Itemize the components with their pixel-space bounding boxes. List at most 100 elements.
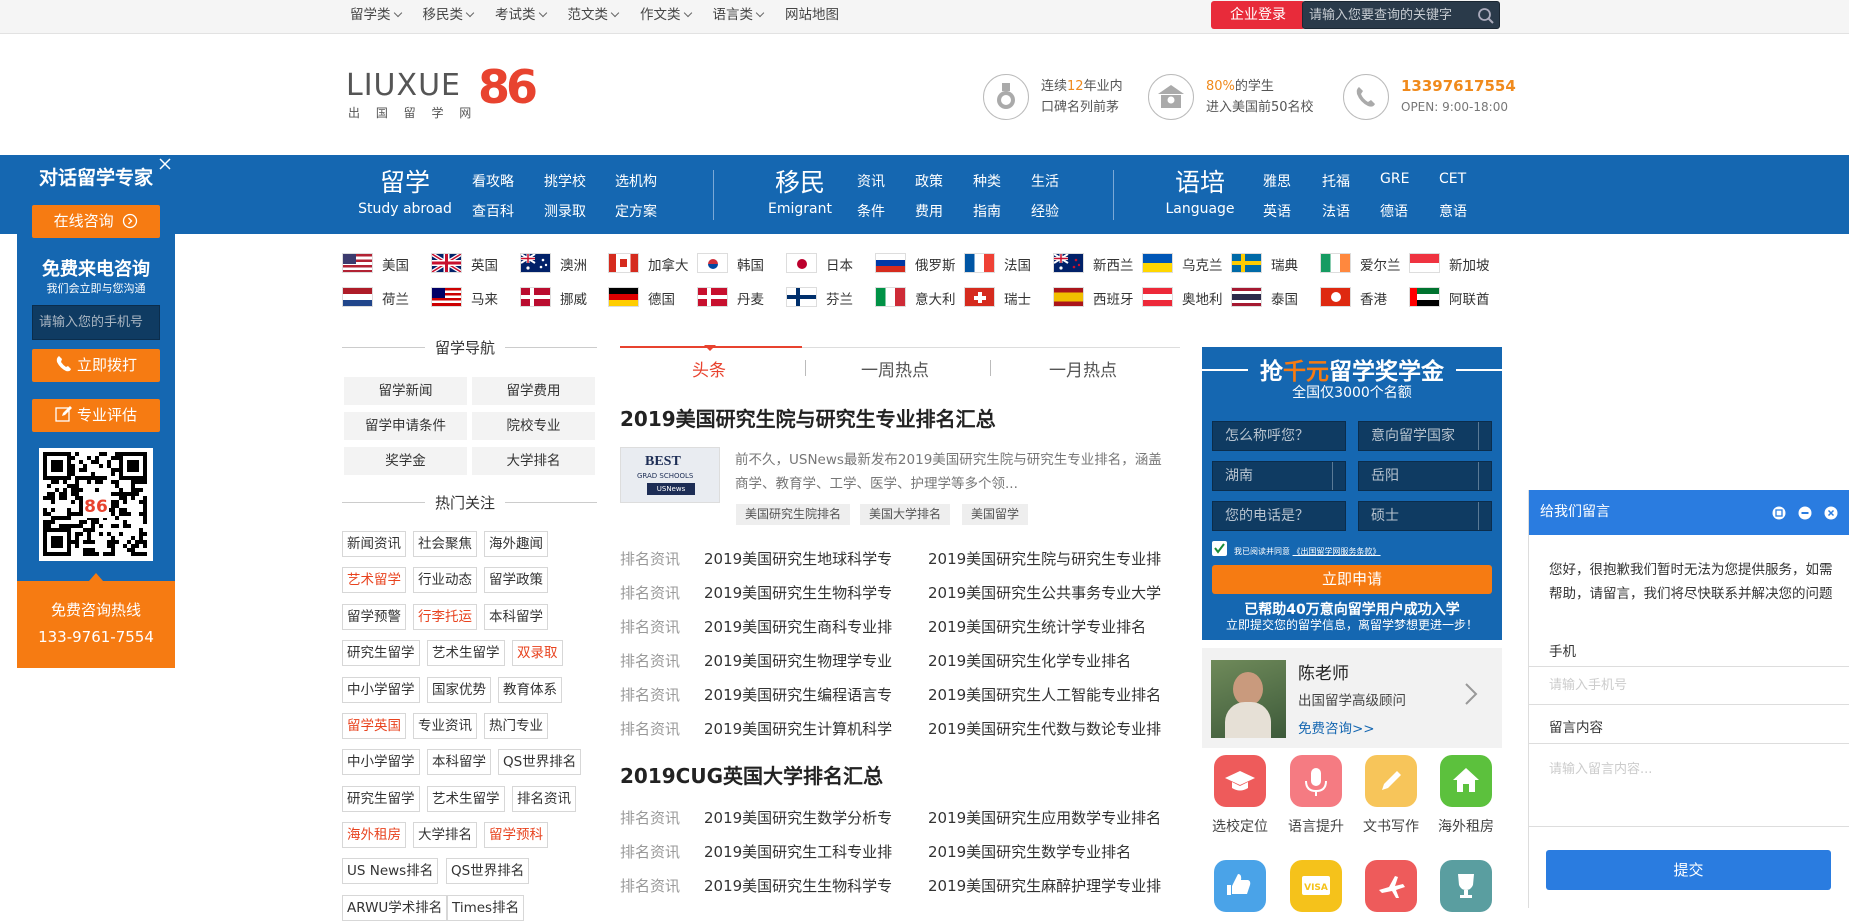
- flag-ae-icon[interactable]: [1409, 287, 1440, 307]
- article-link[interactable]: 2019美国研究生生物科学专: [704, 875, 910, 896]
- search-input[interactable]: [1309, 2, 1469, 28]
- flag-dk-icon[interactable]: [697, 287, 728, 307]
- article-category[interactable]: 排名资讯: [620, 548, 680, 569]
- nav-link[interactable]: 查百科: [472, 201, 514, 221]
- nav-link[interactable]: 测录取: [544, 201, 586, 221]
- enterprise-login-button[interactable]: 企业登录: [1211, 1, 1305, 29]
- microphone-icon[interactable]: [1290, 755, 1342, 807]
- country-label[interactable]: 马来: [471, 288, 498, 308]
- article-link[interactable]: 2019美国研究生人工智能专业排名: [928, 684, 1172, 705]
- article-category[interactable]: 排名资讯: [620, 718, 680, 739]
- nav-link[interactable]: 政策: [915, 171, 943, 191]
- hot-tag[interactable]: 热门专业: [484, 713, 548, 739]
- flag-uk-icon[interactable]: [430, 252, 463, 274]
- hot-tag[interactable]: 留学英国: [342, 713, 406, 739]
- nav-immigration-title[interactable]: 移民: [755, 169, 845, 197]
- hot-tag[interactable]: 中小学留学: [342, 749, 420, 775]
- flag-sg-icon[interactable]: [1409, 253, 1440, 273]
- article-category[interactable]: 排名资讯: [620, 582, 680, 603]
- hot-tag[interactable]: 社会聚焦: [413, 531, 477, 557]
- minimize-icon[interactable]: [1798, 506, 1812, 520]
- flag-it-icon[interactable]: [875, 287, 906, 307]
- study-nav-item[interactable]: 大学排名: [472, 447, 595, 475]
- article-link[interactable]: 2019美国研究生麻醉护理学专业排: [928, 875, 1172, 896]
- study-nav-item[interactable]: 奖学金: [344, 447, 467, 475]
- thumbs-up-icon[interactable]: [1214, 860, 1266, 912]
- flag-es-icon[interactable]: [1053, 287, 1084, 307]
- hot-tag[interactable]: 专业资讯: [413, 713, 477, 739]
- country-label[interactable]: 加拿大: [648, 254, 689, 274]
- nav-link[interactable]: 费用: [915, 201, 943, 221]
- nav-link[interactable]: 经验: [1031, 201, 1059, 221]
- graduation-cap-icon[interactable]: [1214, 755, 1266, 807]
- keyword-tag[interactable]: 美国大学排名: [860, 504, 951, 525]
- article-link[interactable]: 2019美国研究生数学分析专: [704, 807, 910, 828]
- flag-se-icon[interactable]: [1231, 253, 1262, 273]
- country-label[interactable]: 乌克兰: [1182, 254, 1223, 274]
- headline-thumbnail[interactable]: BEST GRAD SCHOOLS USNews: [620, 447, 720, 503]
- agree-checkbox[interactable]: [1212, 541, 1227, 556]
- restore-icon[interactable]: [1772, 506, 1786, 520]
- article-link[interactable]: 2019美国研究生生物科学专: [704, 582, 910, 603]
- country-label[interactable]: 新西兰: [1093, 254, 1134, 274]
- site-logo[interactable]: LIUXUE 86 出 国 留 学 网: [346, 60, 556, 120]
- hot-tag[interactable]: 研究生留学: [342, 786, 420, 812]
- flag-ru-icon[interactable]: [875, 253, 906, 273]
- flag-fr-icon[interactable]: [964, 253, 995, 273]
- flag-fi-icon[interactable]: [786, 287, 817, 307]
- nav-link[interactable]: 雅思: [1263, 171, 1291, 191]
- keyword-tag[interactable]: 美国研究生院排名: [736, 504, 851, 525]
- country-label[interactable]: 英国: [471, 254, 498, 274]
- hot-tag[interactable]: 艺术生留学: [427, 640, 505, 666]
- hot-tag[interactable]: 研究生留学: [342, 640, 420, 666]
- keyword-tag[interactable]: 美国留学: [962, 504, 1029, 525]
- flag-de-icon[interactable]: [608, 287, 639, 307]
- hot-tag[interactable]: 海外租房: [342, 822, 406, 848]
- flag-ch-icon[interactable]: [964, 287, 995, 307]
- country-label[interactable]: 阿联酋: [1449, 288, 1490, 308]
- country-label[interactable]: 瑞典: [1271, 254, 1298, 274]
- hot-tag[interactable]: QS世界排名: [498, 749, 582, 775]
- nav-link[interactable]: 条件: [857, 201, 885, 221]
- top-menu-sitemap[interactable]: 网站地图: [785, 0, 839, 30]
- country-label[interactable]: 丹麦: [737, 288, 764, 308]
- headline-title[interactable]: 2019CUG英国大学排名汇总: [620, 760, 883, 789]
- country-label[interactable]: 芬兰: [826, 288, 853, 308]
- flag-nz-icon[interactable]: [1053, 253, 1084, 273]
- country-label[interactable]: 爱尔兰: [1360, 254, 1401, 274]
- hot-tag[interactable]: Times排名: [447, 895, 525, 921]
- nav-language-title[interactable]: 语培: [1155, 169, 1245, 197]
- hot-tag[interactable]: 排名资讯: [512, 786, 576, 812]
- article-category[interactable]: 排名资讯: [620, 616, 680, 637]
- flag-th-icon[interactable]: [1231, 287, 1262, 307]
- country-label[interactable]: 荷兰: [382, 288, 409, 308]
- article-link[interactable]: 2019美国研究生商科专业排: [704, 616, 910, 637]
- hot-tag[interactable]: 艺术留学: [342, 567, 406, 593]
- flag-my-icon[interactable]: [431, 287, 462, 307]
- flag-ca-icon[interactable]: [608, 253, 639, 273]
- home-icon[interactable]: [1440, 755, 1492, 807]
- headline-title[interactable]: 2019美国研究生院与研究生专业排名汇总: [620, 403, 996, 432]
- nav-link[interactable]: 意语: [1439, 201, 1467, 221]
- assessment-button[interactable]: 专业评估: [32, 399, 160, 432]
- tab-weekly-hot[interactable]: 一周热点: [802, 356, 988, 381]
- article-link[interactable]: 2019美国研究生编程语言专: [704, 684, 910, 705]
- flag-at-icon[interactable]: [1142, 287, 1173, 307]
- trophy-icon[interactable]: [1440, 860, 1492, 912]
- hot-tag[interactable]: 行李托运: [413, 604, 477, 630]
- nav-link[interactable]: 生活: [1031, 171, 1059, 191]
- flag-no-icon[interactable]: [520, 287, 551, 307]
- country-label[interactable]: 美国: [382, 254, 409, 274]
- country-label[interactable]: 日本: [826, 254, 853, 274]
- service-label[interactable]: 文书写作: [1351, 816, 1431, 836]
- country-label[interactable]: 挪威: [560, 288, 587, 308]
- visa-icon[interactable]: VISA: [1290, 860, 1342, 912]
- message-content-textarea[interactable]: 请输入留言内容...: [1529, 743, 1849, 827]
- degree-select[interactable]: 硕士: [1358, 501, 1492, 531]
- message-phone-input[interactable]: 请输入手机号: [1529, 666, 1849, 705]
- article-link[interactable]: 2019美国研究生应用数学专业排名: [928, 807, 1172, 828]
- dial-button[interactable]: 立即拨打: [32, 349, 160, 382]
- country-label[interactable]: 西班牙: [1093, 288, 1134, 308]
- hot-tag[interactable]: 留学预科: [484, 822, 548, 848]
- nav-link[interactable]: 托福: [1322, 171, 1350, 191]
